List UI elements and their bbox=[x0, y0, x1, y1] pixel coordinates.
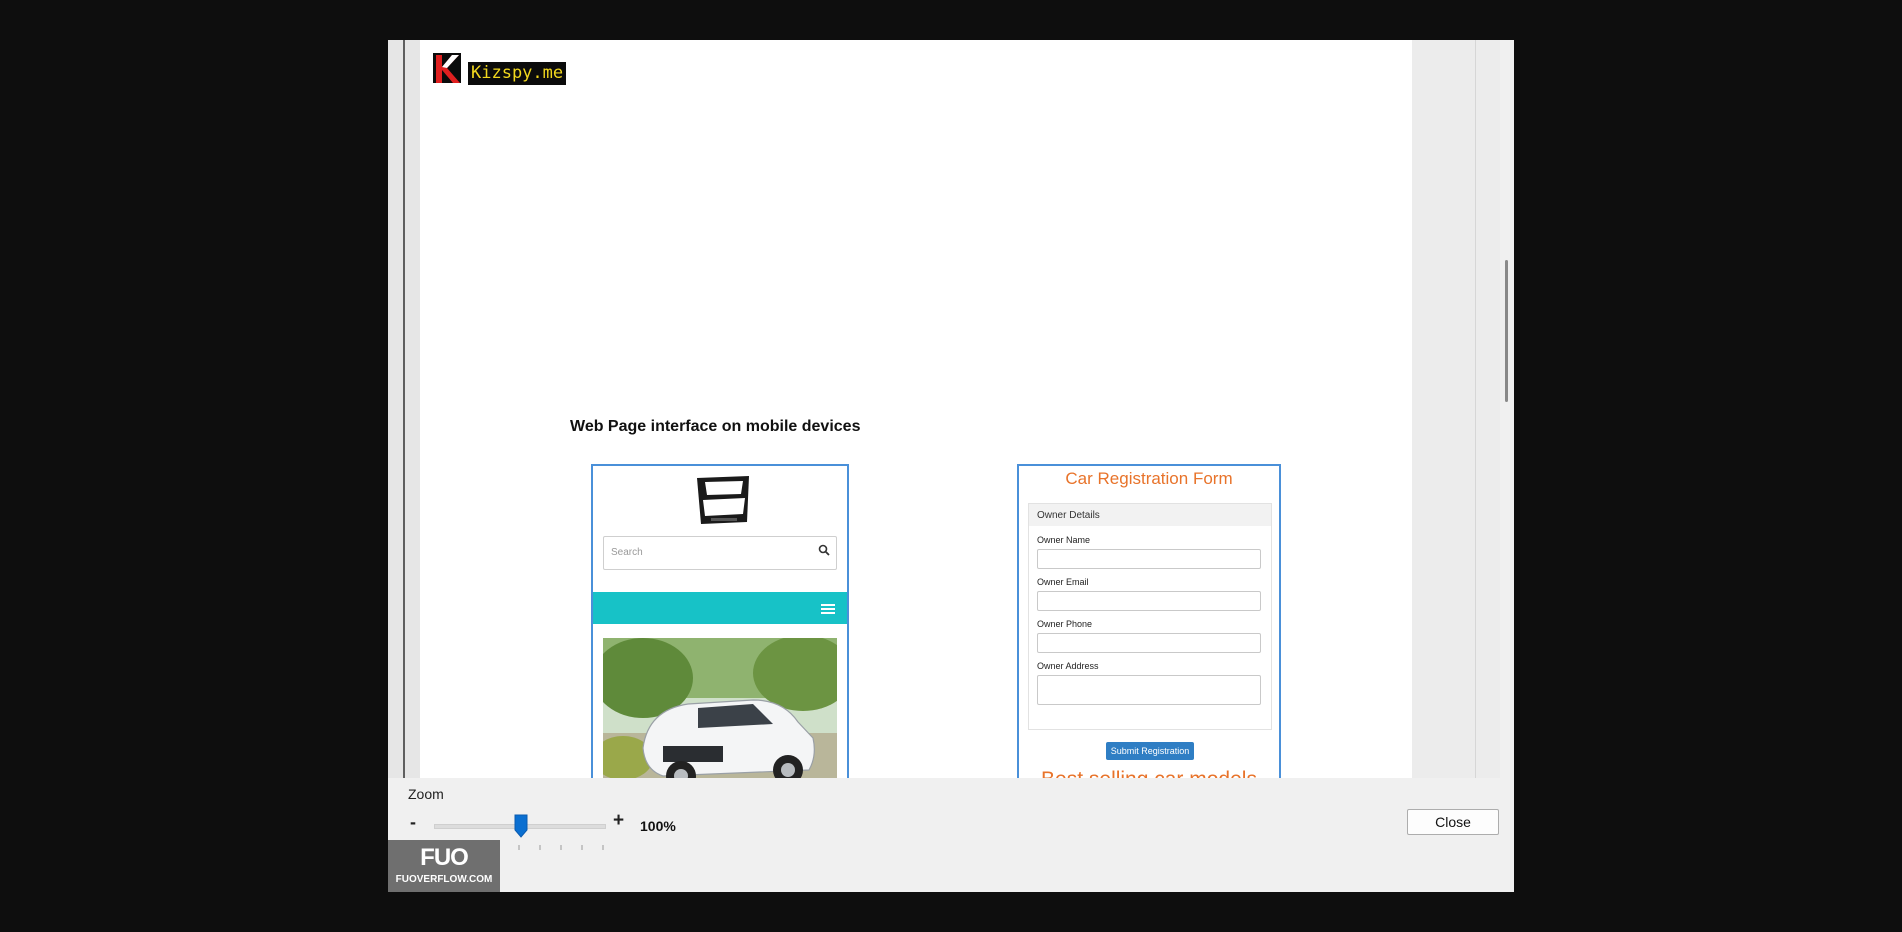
fuoverflow-watermark: FUO FUOVERFLOW.COM bbox=[388, 840, 500, 892]
zoom-out-button[interactable]: - bbox=[410, 812, 416, 833]
k-logo-icon bbox=[430, 50, 464, 86]
close-button[interactable]: Close bbox=[1407, 809, 1499, 835]
search-placeholder: Search bbox=[611, 547, 643, 558]
owner-address-input[interactable] bbox=[1037, 675, 1261, 705]
watermark-logo: Kizspy.me bbox=[430, 50, 567, 86]
owner-details-group: Owner Details Owner Name Owner Email Own… bbox=[1028, 503, 1272, 730]
owner-name-input[interactable] bbox=[1037, 549, 1261, 569]
car-photo bbox=[603, 638, 837, 778]
watermark-text: Kizspy.me bbox=[468, 62, 567, 85]
search-icon bbox=[818, 543, 830, 556]
owner-details-title: Owner Details bbox=[1037, 510, 1100, 521]
registration-form-mockup: Car Registration Form Owner Details Owne… bbox=[1017, 464, 1281, 778]
zoom-percentage: 100% bbox=[640, 818, 676, 834]
submit-registration-button[interactable]: Submit Registration bbox=[1106, 742, 1194, 760]
fuo-logo: FUO bbox=[420, 844, 469, 871]
owner-name-label: Owner Name bbox=[1037, 535, 1091, 545]
document-preview-pane: Kizspy.me Web Page interface on mobile d… bbox=[388, 40, 1500, 778]
zoom-in-button[interactable]: + bbox=[613, 810, 624, 832]
print-preview-window: Kizspy.me Web Page interface on mobile d… bbox=[388, 40, 1514, 892]
owner-details-header: Owner Details bbox=[1029, 504, 1271, 526]
mobile-site-mockup: Search bbox=[591, 464, 849, 778]
best-selling-heading: Best selling car models bbox=[1019, 768, 1279, 778]
zoom-slider-thumb[interactable] bbox=[514, 814, 528, 838]
owner-phone-label: Owner Phone bbox=[1037, 619, 1093, 629]
owner-email-label: Owner Email bbox=[1037, 577, 1089, 587]
gutter-divider bbox=[1475, 40, 1476, 778]
xpander-logo bbox=[693, 474, 753, 530]
vertical-scrollbar[interactable] bbox=[1500, 40, 1514, 778]
owner-phone-input[interactable] bbox=[1037, 633, 1261, 653]
left-margin-rule bbox=[403, 40, 405, 778]
search-input[interactable]: Search bbox=[603, 536, 837, 570]
hamburger-menu-icon[interactable] bbox=[821, 602, 835, 614]
fuo-site-label: FUOVERFLOW.COM bbox=[395, 874, 493, 885]
scrollbar-thumb[interactable] bbox=[1505, 260, 1508, 402]
zoom-label: Zoom bbox=[408, 786, 444, 802]
nav-bar bbox=[593, 592, 847, 624]
owner-address-label: Owner Address bbox=[1037, 661, 1099, 671]
section-title: Web Page interface on mobile devices bbox=[570, 418, 861, 435]
document-page: Kizspy.me Web Page interface on mobile d… bbox=[420, 40, 1412, 778]
owner-email-input[interactable] bbox=[1037, 591, 1261, 611]
right-gutter bbox=[1412, 40, 1500, 778]
form-title: Car Registration Form bbox=[1065, 469, 1233, 488]
